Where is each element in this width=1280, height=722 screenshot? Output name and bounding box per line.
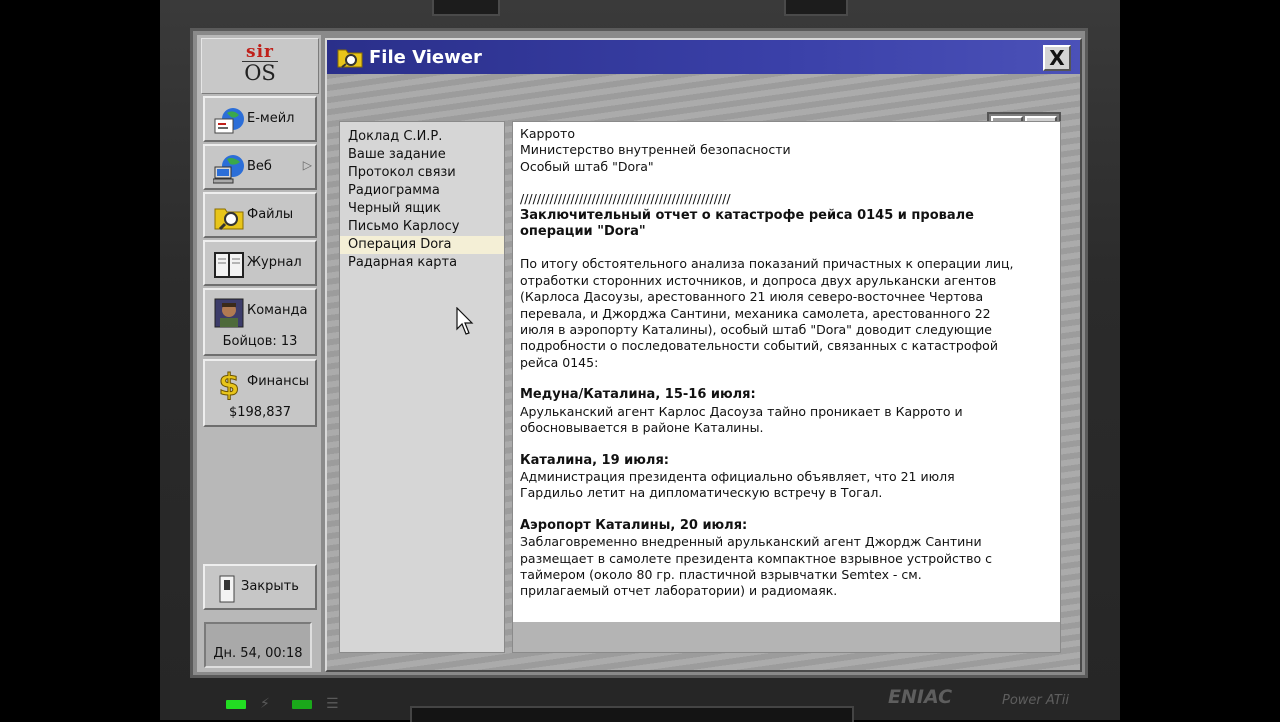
doc-section-line: Администрация президента официально объя…	[520, 468, 955, 484]
doc-section-line: прилагаемый отчет лаборатории) и радиома…	[520, 583, 838, 599]
web-icon	[213, 155, 244, 184]
power-led	[226, 700, 246, 709]
eniac-model: Power ATii	[1002, 693, 1070, 708]
power-bolt-icon: ⚡	[260, 696, 270, 712]
team-button[interactable]: Команда Бойцов: 13	[203, 288, 317, 356]
mercenary-portrait-icon	[214, 298, 244, 328]
document-item-comm-log[interactable]: Протокол связи	[340, 164, 504, 182]
doc-section-heading: Аэропорт Каталины, 20 июля:	[520, 517, 748, 533]
document-text: Каррото Министерство внутренней безопасн…	[513, 122, 1060, 600]
files-label: Файлы	[247, 207, 294, 222]
submenu-arrow-icon: ▷	[302, 158, 312, 172]
game-clock-text: Дн. 54, 00:18	[213, 646, 303, 661]
doc-title-line-1: Заключительный отчет о катастрофе рейса …	[520, 207, 974, 223]
logout-label: Закрыть	[241, 579, 299, 594]
svg-text:$: $	[219, 368, 240, 400]
doc-section-heading: Медуна/Каталина, 15-16 июля:	[520, 387, 756, 403]
finance-button[interactable]: $ Финансы $198,837	[203, 359, 317, 427]
journal-label: Журнал	[247, 255, 302, 270]
doc-title-line-2: операции "Dora"	[520, 224, 646, 240]
web-label: Веб	[247, 159, 272, 174]
dollar-icon: $	[218, 368, 240, 400]
logo-os: OS	[242, 61, 278, 84]
doc-intro-line: июля в аэропорту Каталины), особый штаб …	[520, 322, 992, 338]
doc-section-line: Заблаговременно внедренный арульканский …	[520, 534, 982, 550]
doc-section-line: размещает в самолете президента компактн…	[520, 550, 993, 566]
email-label: Е-мейл	[247, 111, 295, 126]
disk-led	[292, 700, 312, 709]
finance-label: Финансы	[247, 374, 310, 389]
doc-header-hq: Особый штаб "Dora"	[520, 158, 654, 174]
doc-header-ministry: Министерство внутренней безопасности	[520, 142, 791, 158]
files-button[interactable]: Файлы	[203, 192, 317, 238]
doc-section-line: таймером (около 80 гр. пластичной взрывч…	[520, 566, 922, 582]
journal-button[interactable]: Журнал	[203, 240, 317, 286]
doc-intro-line: отработки сторонних источников, и допрос…	[520, 272, 997, 288]
document-item-sir-report[interactable]: Доклад С.И.Р.	[340, 128, 504, 146]
team-count: Бойцов: 13	[222, 334, 298, 349]
web-button[interactable]: Веб ▷	[203, 144, 317, 190]
document-item-operation-dora[interactable]: Операция Dora	[340, 236, 504, 254]
doc-intro-line: рейса 0145:	[520, 354, 599, 370]
window-title: File Viewer	[369, 47, 482, 68]
email-button[interactable]: Е-мейл	[203, 96, 317, 142]
doc-divider: ////////////////////////////////////////…	[520, 191, 731, 207]
document-item-black-box[interactable]: Черный ящик	[340, 200, 504, 218]
bezel-notch-left	[432, 0, 500, 16]
document-item-your-mission[interactable]: Ваше задание	[340, 146, 504, 164]
team-label: Команда	[247, 303, 308, 318]
document-item-radar-map[interactable]: Радарная карта	[340, 254, 504, 272]
game-clock: Дн. 54, 00:18	[204, 622, 312, 668]
document-item-radiogram[interactable]: Радиограмма	[340, 182, 504, 200]
logout-button[interactable]: Закрыть	[203, 564, 317, 610]
finance-balance: $198,837	[228, 405, 292, 420]
document-item-letter-carlos[interactable]: Письмо Карлосу	[340, 218, 504, 236]
folder-search-icon	[337, 49, 363, 68]
email-icon	[214, 108, 244, 134]
folder-search-icon	[214, 208, 244, 231]
disk-icon: ☰	[326, 696, 339, 712]
doc-section-line: Гардильо летит на дипломатическую встреч…	[520, 485, 883, 501]
eniac-logo: ENIAC	[888, 686, 953, 708]
close-icon: X	[1049, 46, 1065, 70]
siros-logo: sir OS	[201, 38, 319, 94]
document-list: Доклад С.И.Р. Ваше задание Протокол связ…	[339, 121, 505, 653]
document-viewer[interactable]: Каррото Министерство внутренней безопасн…	[512, 121, 1061, 653]
mouse-cursor-icon	[456, 307, 474, 335]
doc-intro-line: (Карлоса Дасоузы, арестованного 21 июля …	[520, 289, 984, 305]
doc-header-country: Каррото	[520, 126, 575, 141]
window-titlebar[interactable]: File Viewer X	[327, 40, 1080, 74]
doc-section-line: обосновывается в районе Каталины.	[520, 420, 764, 436]
doc-intro-line: перевала, и Джорджа Сантини, механика са…	[520, 305, 991, 321]
close-window-button[interactable]: X	[1043, 45, 1071, 71]
doc-intro-line: По итогу обстоятельного анализа показани…	[520, 256, 1014, 272]
logo-sir: sir	[246, 42, 274, 62]
book-icon	[214, 252, 244, 278]
doc-section-heading: Каталина, 19 июля:	[520, 452, 669, 468]
doc-intro-line: подробности о последовательности событий…	[520, 338, 998, 354]
doc-section-line: Арульканский агент Карлос Дасоуза тайно …	[520, 403, 963, 419]
bezel-notch-right	[784, 0, 848, 16]
document-footer-band	[513, 622, 1060, 652]
